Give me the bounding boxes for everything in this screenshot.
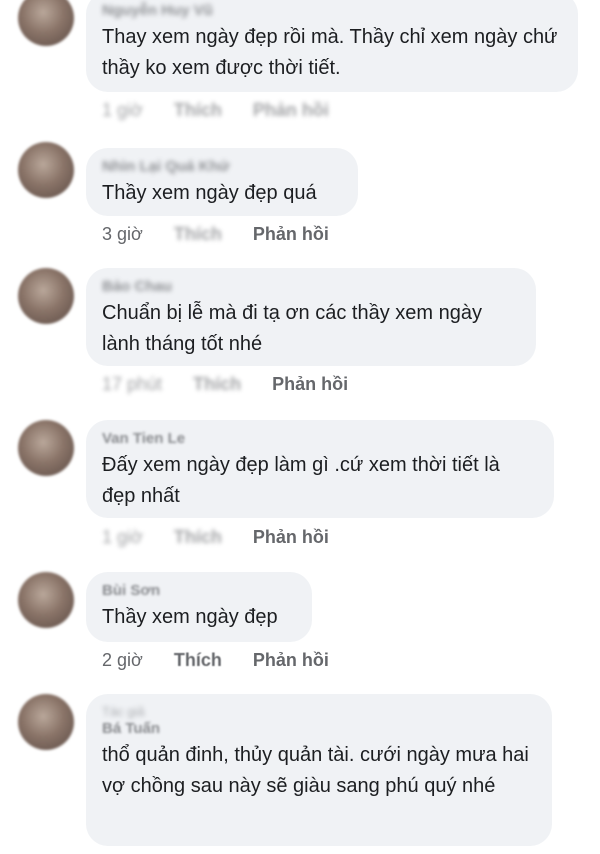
like-button[interactable]: Thích (174, 527, 222, 548)
comment-time[interactable]: 1 giờ (102, 100, 143, 121)
reply-button[interactable]: Phản hồi (253, 527, 329, 548)
comment-bubble: Nhìn Lại Quá Khứ Thầy xem ngày đẹp quá (86, 148, 358, 216)
comment-text: Đấy xem ngày đẹp làm gì .cứ xem thời tiế… (102, 454, 500, 507)
commenter-name[interactable]: Nguyễn Huy Vũ (102, 2, 562, 20)
avatar[interactable] (18, 268, 74, 324)
avatar[interactable] (18, 0, 74, 46)
reply-button[interactable]: Phản hồi (272, 374, 348, 395)
avatar[interactable] (18, 572, 74, 628)
comment-bubble: Van Tien Le Đấy xem ngày đẹp làm gì .cứ … (86, 420, 554, 518)
comment-time[interactable]: 17 phút (102, 374, 162, 395)
comment-bubble: Tác giả Bá Tuấn thổ quản đinh, thủy quản… (86, 694, 552, 846)
commenter-name[interactable]: Van Tien Le (102, 430, 538, 448)
commenter-name[interactable]: Bảo Chau (102, 278, 520, 296)
avatar[interactable] (18, 694, 74, 750)
like-button[interactable]: Thích (174, 650, 222, 671)
commenter-name[interactable]: Nhìn Lại Quá Khứ (102, 158, 342, 176)
reply-button[interactable]: Phản hồi (253, 650, 329, 671)
avatar[interactable] (18, 420, 74, 476)
avatar[interactable] (18, 142, 74, 198)
commenter-name[interactable]: Bùi Sơn (102, 582, 296, 600)
comment-text: Thay xem ngày đẹp rồi mà. Thầy chỉ xem n… (102, 26, 558, 79)
comment-bubble: Bùi Sơn Thầy xem ngày đẹp (86, 572, 312, 642)
reply-button[interactable]: Phản hồi (253, 224, 329, 245)
like-button[interactable]: Thích (193, 374, 241, 395)
commenter-name[interactable]: Bá Tuấn (102, 720, 536, 738)
comment-actions: 3 giờ Thích Phản hồi (102, 224, 355, 245)
comment-bubble: Bảo Chau Chuẩn bị lễ mà đi tạ ơn các thầ… (86, 268, 536, 366)
author-badge: Tác giả (102, 704, 145, 719)
comment-time[interactable]: 3 giờ (102, 224, 143, 245)
comment-text: Chuẩn bị lễ mà đi tạ ơn các thầy xem ngà… (102, 302, 482, 355)
reply-button[interactable]: Phản hồi (253, 100, 329, 121)
comment-actions: 17 phút Thích Phản hồi (102, 374, 374, 395)
comment-time[interactable]: 2 giờ (102, 650, 143, 671)
comment-time[interactable]: 1 giờ (102, 527, 143, 548)
comment-actions: 1 giờ Thích Phản hồi (102, 100, 355, 121)
comment-bubble: Nguyễn Huy Vũ Thay xem ngày đẹp rồi mà. … (86, 0, 578, 92)
comment-actions: 1 giờ Thích Phản hồi (102, 527, 355, 548)
like-button[interactable]: Thích (174, 100, 222, 121)
comment-actions: 2 giờ Thích Phản hồi (102, 650, 355, 671)
comment-text: Thầy xem ngày đẹp quá (102, 182, 317, 204)
comment-text: thổ quản đinh, thủy quản tài. cưới ngày … (102, 744, 529, 797)
comment-text: Thầy xem ngày đẹp (102, 606, 278, 628)
like-button[interactable]: Thích (174, 224, 222, 245)
